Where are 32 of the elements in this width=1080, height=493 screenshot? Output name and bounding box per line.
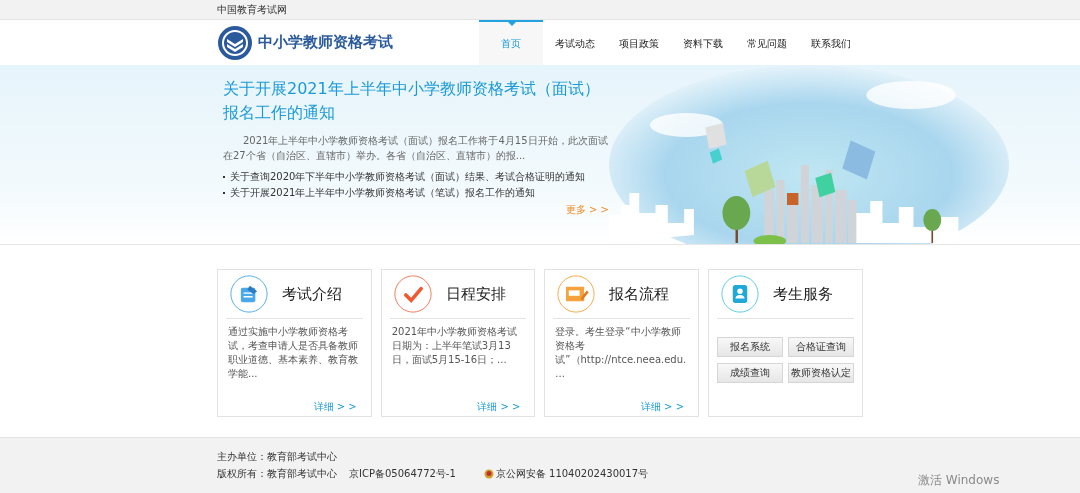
activation-watermark: 激活 Windows	[918, 472, 1000, 489]
news-link[interactable]: 关于查询2020年下半年中小学教师资格考试（面试）结果、考试合格证明的通知	[230, 170, 586, 184]
card-icon	[393, 275, 432, 313]
site-name[interactable]: 中国教育考试网	[217, 2, 287, 17]
copyright-text: 版权所有：教育部考试中心	[217, 467, 337, 481]
card-description: 通过实施中小学教师资格考试，考查申请人是否具备教师职业道德、基本素养、教育教学能...	[228, 325, 359, 381]
nav-tab[interactable]: 常见问题	[735, 20, 799, 65]
card-icon	[721, 275, 759, 313]
nav-tab[interactable]: 资料下载	[671, 20, 735, 65]
card-title: 报名流程	[609, 284, 670, 304]
service-button[interactable]: 合格证查询	[788, 337, 854, 357]
site-logo-title[interactable]: 中小学教师资格考试	[258, 33, 393, 52]
card-description: 2021年中小学教师资格考试日期为：上半年笔试3月13日，面试5月15-16日；...	[391, 325, 519, 367]
service-button[interactable]: 教师资格认定	[788, 363, 854, 383]
card-description: 登录。考生登录“中小学教师资格考试”（http://ntce.neea.edu....	[555, 325, 688, 381]
icp-link[interactable]: 京ICP备05064772号-1	[349, 467, 456, 481]
police-badge-icon	[483, 469, 494, 479]
police-record-link[interactable]: 京公网安备 11040202430017号	[495, 467, 649, 481]
emblem-icon	[217, 24, 253, 61]
card-title: 考生服务	[773, 284, 833, 304]
card-icon	[230, 275, 268, 313]
service-button[interactable]: 报名系统	[717, 337, 783, 357]
card-title: 考试介绍	[282, 284, 342, 304]
card-icon	[557, 275, 596, 313]
news-summary: 2021年上半年中小学教师资格考试（面试）报名工作将于4月15日开始，此次面试在27个省（自治区、直辖市）举办。各省（自治区、直辖市）的报...	[223, 134, 609, 163]
card-title: 日程安排	[445, 284, 506, 304]
nav-tab[interactable]: 项目政策	[607, 20, 671, 65]
nav-tab[interactable]: 考试动态	[543, 20, 607, 65]
sponsor-text: 主办单位：教育部考试中心	[217, 450, 338, 464]
service-button[interactable]: 成绩查询	[717, 363, 783, 383]
news-link[interactable]: 关于开展2021年上半年中小学教师资格考试（笔试）报名工作的通知	[230, 186, 536, 200]
nav-tab[interactable]: 联系我们	[799, 20, 863, 65]
